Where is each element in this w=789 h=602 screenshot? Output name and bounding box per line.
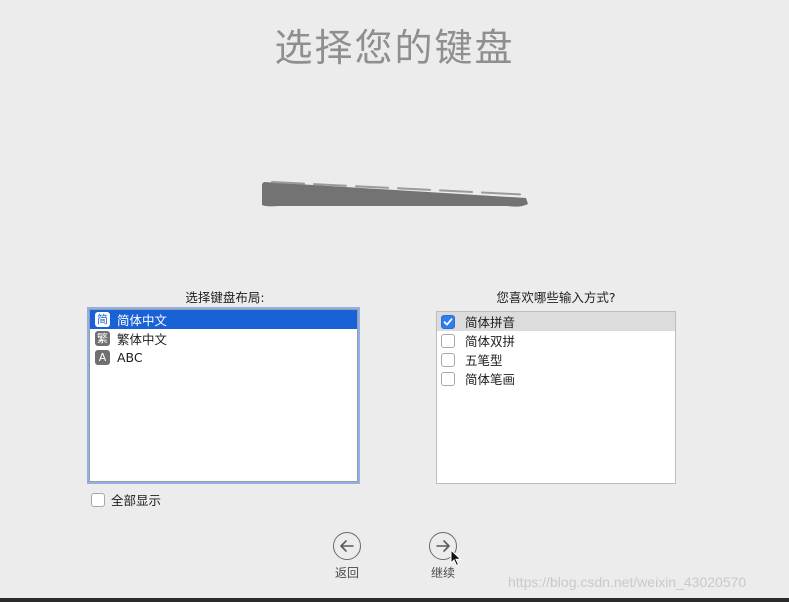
abc-icon: A (95, 350, 110, 365)
layout-panel-label: 选择键盘布局: (185, 290, 265, 305)
method-panel-label: 您喜欢哪些输入方式? (496, 290, 616, 305)
back-button[interactable]: 返回 (317, 532, 377, 581)
method-item-shuangpin[interactable]: 简体双拼 (437, 331, 675, 350)
layout-item-label: 繁体中文 (117, 332, 168, 347)
continue-button[interactable]: 继续 (413, 532, 473, 581)
method-checkbox[interactable] (441, 371, 455, 386)
method-item-pinyin[interactable]: 简体拼音 (437, 312, 675, 331)
mouse-cursor-icon (450, 549, 462, 567)
page-title: 选择您的键盘 (274, 26, 515, 70)
back-label: 返回 (334, 566, 359, 580)
method-item-stroke[interactable]: 简体笔画 (437, 369, 675, 388)
layout-item-abc[interactable]: A ABC (90, 348, 357, 367)
method-item-wubi[interactable]: 五笔型 (437, 350, 675, 369)
method-item-label: 简体双拼 (465, 334, 516, 349)
layout-item-traditional-chinese[interactable]: 繁 繁体中文 (90, 329, 357, 348)
continue-label: 继续 (430, 566, 455, 580)
traditional-chinese-icon: 繁 (95, 331, 110, 346)
method-checkbox[interactable] (441, 314, 455, 329)
method-checkbox[interactable] (441, 333, 455, 348)
show-all-label: 全部显示 (111, 493, 162, 508)
method-item-label: 五笔型 (465, 353, 503, 368)
bottom-edge (0, 598, 789, 602)
simplified-chinese-icon: 简 (95, 312, 110, 327)
watermark-text: https://blog.csdn.net/weixin_43020570 (508, 574, 747, 590)
layout-item-simplified-chinese[interactable]: 简 简体中文 (90, 310, 357, 329)
input-method-list[interactable]: 简体拼音 简体双拼 五笔型 简体笔画 (436, 311, 676, 484)
layout-item-label: 简体中文 (117, 313, 168, 328)
keyboard-layout-list[interactable]: 简 简体中文 繁 繁体中文 A ABC (89, 309, 358, 482)
method-item-label: 简体笔画 (465, 372, 516, 387)
keyboard-illustration (262, 181, 528, 207)
show-all-checkbox[interactable] (91, 492, 105, 507)
show-all-toggle[interactable]: 全部显示 (91, 490, 161, 509)
method-checkbox[interactable] (441, 352, 455, 367)
layout-item-label: ABC (117, 350, 143, 365)
arrow-left-circle-icon[interactable] (333, 532, 361, 560)
method-item-label: 简体拼音 (465, 315, 516, 330)
checkmark-icon (443, 317, 453, 325)
